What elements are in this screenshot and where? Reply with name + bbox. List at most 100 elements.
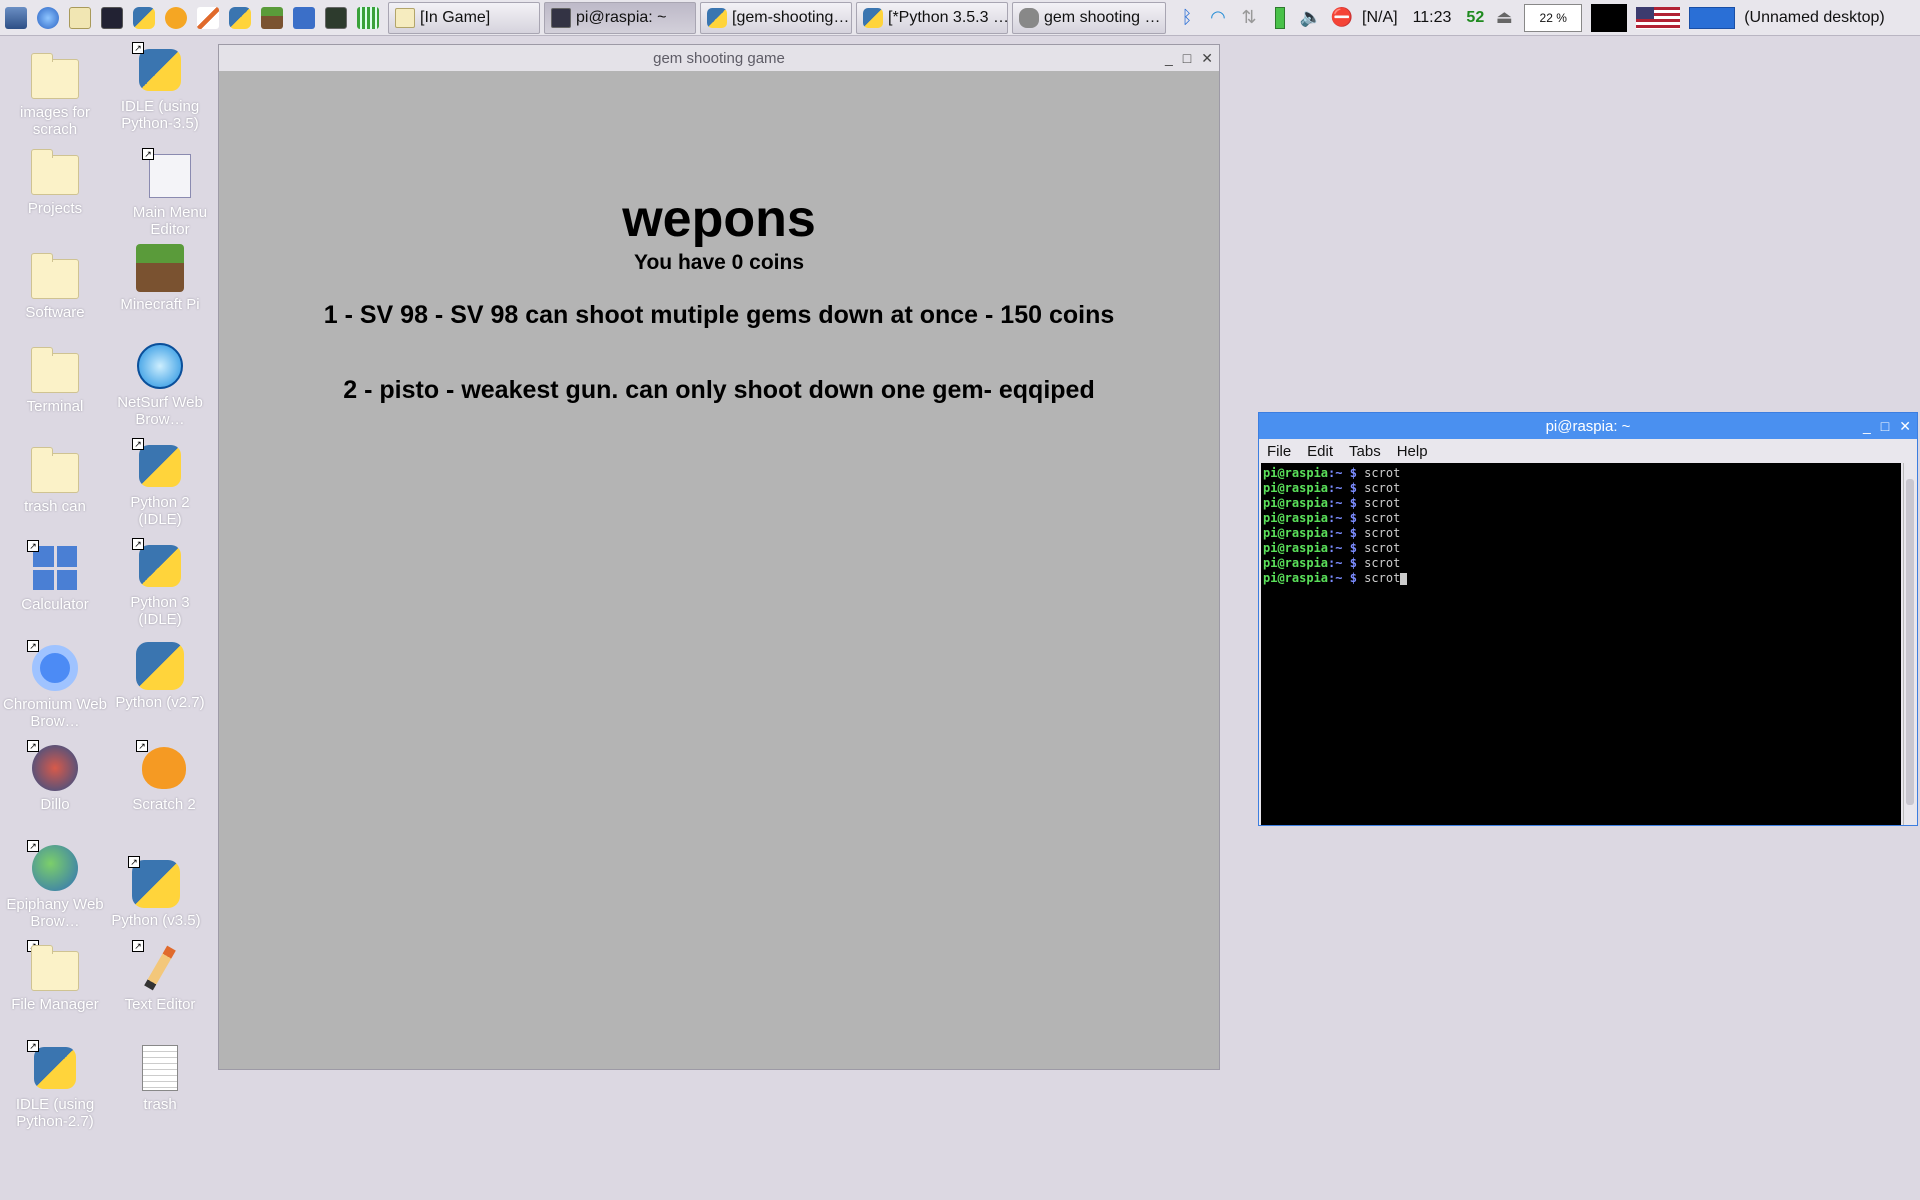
- desktop-icon-label: Dillo: [40, 796, 70, 813]
- minimize-icon[interactable]: _: [1863, 418, 1871, 434]
- terminal-titlebar[interactable]: pi@raspia: ~ _ □ ✕: [1259, 413, 1917, 439]
- desktop-icon-trash-can[interactable]: trash can: [3, 446, 107, 515]
- weapons-heading: wepons: [622, 190, 816, 248]
- desktop-icon-images-for-scrach[interactable]: images for scrach: [3, 52, 107, 138]
- desktop-icon-file-manager[interactable]: ↗ File Manager: [3, 940, 107, 1013]
- menu-editor-icon: ↗: [142, 148, 194, 200]
- network-transfer-icon[interactable]: ⇅: [1238, 7, 1260, 29]
- desktop-pager-icon[interactable]: [1689, 6, 1736, 29]
- game-canvas[interactable]: wepons You have 0 coins 1 - SV 98 - SV 9…: [219, 71, 1219, 1069]
- battery-icon[interactable]: [1269, 6, 1291, 29]
- desktop-icon-epiphany[interactable]: ↗ Epiphany Web Brow…: [3, 840, 107, 930]
- desktop-icon-calculator[interactable]: ↗ Calculator: [3, 540, 107, 613]
- cpu-graph: [1591, 3, 1628, 32]
- file-manager-icon[interactable]: [66, 4, 94, 32]
- desktop-icon-dillo[interactable]: ↗ Dillo: [3, 740, 107, 813]
- game-window[interactable]: gem shooting game _ □ ✕ wepons You have …: [218, 44, 1220, 1070]
- desktop-icon-label: Minecraft Pi: [120, 296, 200, 313]
- eject-icon[interactable]: ⏏: [1493, 7, 1515, 29]
- desktop-icon-terminal[interactable]: Terminal: [3, 346, 107, 415]
- prompt-user: pi@raspia: [1263, 541, 1329, 555]
- terminal-line: pi@raspia:~ $ scrot: [1263, 556, 1899, 571]
- prompt-user: pi@raspia: [1263, 526, 1329, 540]
- task-button-python-shell[interactable]: [*Python 3.5.3 …: [856, 1, 1008, 34]
- game-window-titlebar[interactable]: gem shooting game _ □ ✕: [219, 45, 1219, 71]
- desktop-icon-netsurf[interactable]: NetSurf Web Brow…: [108, 342, 212, 428]
- python-icon[interactable]: [130, 4, 158, 32]
- task-button-in-game[interactable]: [In Game]: [388, 1, 540, 34]
- desktop-icon-idle-python-3-5[interactable]: ↗ IDLE (using Python-3.5): [108, 42, 212, 132]
- terminal-line: pi@raspia:~ $ scrot: [1263, 466, 1899, 481]
- clock[interactable]: 11:23: [1413, 9, 1452, 27]
- desktop-icon-chromium[interactable]: ↗ Chromium Web Brow…: [3, 640, 107, 730]
- desktop-icon-python-3-idle[interactable]: ↗ Python 3 (IDLE): [108, 538, 212, 628]
- desktop-icon-label: images for scrach: [19, 104, 91, 138]
- prompt-dir: :~ $: [1328, 541, 1357, 555]
- desktop-icon-text-editor[interactable]: ↗ Text Editor: [108, 940, 212, 1013]
- terminal-icon[interactable]: [98, 4, 126, 32]
- python-icon: ↗: [132, 538, 184, 590]
- menu-help[interactable]: Help: [1397, 443, 1428, 460]
- task-button-gem-shooting-game[interactable]: gem shooting …: [1012, 1, 1166, 34]
- task-button-gem-shooting-editor[interactable]: [gem-shooting…: [700, 1, 852, 34]
- calculator-icon: ↗: [27, 540, 79, 592]
- keyboard-layout-flag-icon[interactable]: [1636, 6, 1681, 29]
- python-icon: ↗: [128, 856, 180, 908]
- prompt-dir: :~ $: [1328, 466, 1357, 480]
- maximize-icon[interactable]: □: [1183, 50, 1191, 66]
- minecraft-icon[interactable]: [258, 4, 286, 32]
- weapon-option-1[interactable]: 1 - SV 98 - SV 98 can shoot mutiple gems…: [219, 301, 1219, 330]
- wifi-icon[interactable]: ◠: [1207, 7, 1229, 29]
- folder-icon: [395, 7, 415, 28]
- minimize-icon[interactable]: _: [1165, 50, 1173, 66]
- task-label: pi@raspia: ~: [576, 8, 667, 26]
- coins-counter: You have 0 coins: [634, 251, 804, 274]
- volume-icon[interactable]: 🔈: [1300, 7, 1322, 29]
- cpu-temp: 52: [1466, 8, 1485, 26]
- terminal-window[interactable]: pi@raspia: ~ _ □ ✕ File Edit Tabs Help p…: [1258, 412, 1918, 826]
- text-editor-icon[interactable]: [194, 4, 222, 32]
- python-icon[interactable]: [226, 4, 254, 32]
- task-button-terminal[interactable]: pi@raspia: ~: [544, 1, 696, 34]
- folder-icon: [31, 53, 79, 99]
- command-text: scrot: [1364, 496, 1401, 510]
- no-entry-icon: ⛔: [1330, 7, 1354, 27]
- terminal-line: pi@raspia:~ $ scrot: [1263, 541, 1899, 556]
- menu-tabs[interactable]: Tabs: [1349, 443, 1381, 460]
- prompt-dir: :~ $: [1328, 571, 1357, 585]
- prompt-dir: :~ $: [1328, 481, 1357, 495]
- cpu-monitor-icon[interactable]: [322, 4, 350, 32]
- folder-icon: [31, 149, 79, 195]
- desktop-icon-python-v2-7[interactable]: Python (v2.7): [108, 642, 212, 711]
- terminal-line: pi@raspia:~ $ scrot: [1263, 571, 1899, 586]
- desktop-icon-python-2-idle[interactable]: ↗ Python 2 (IDLE): [108, 438, 212, 528]
- desktop-icon-minecraft-pi[interactable]: Minecraft Pi: [108, 244, 212, 313]
- close-icon[interactable]: ✕: [1201, 50, 1213, 67]
- close-icon[interactable]: ✕: [1899, 418, 1911, 435]
- task-manager-icon[interactable]: [354, 4, 382, 32]
- scratch-icon[interactable]: [162, 4, 190, 32]
- task-label: [*Python 3.5.3 …: [888, 8, 1008, 26]
- desktop-icon-software[interactable]: Software: [3, 252, 107, 321]
- desktop-icon-label: trash: [143, 1096, 177, 1113]
- terminal-scrollbar[interactable]: [1903, 463, 1915, 825]
- menu-file[interactable]: File: [1267, 443, 1291, 460]
- maximize-icon[interactable]: □: [1881, 418, 1889, 434]
- web-browser-icon[interactable]: [34, 4, 62, 32]
- desktop-icon-python-v3-5[interactable]: ↗ Python (v3.5): [104, 856, 208, 929]
- desktop-icon-idle-python-2-7[interactable]: ↗ IDLE (using Python-2.7): [3, 1040, 107, 1130]
- desktop-icon-scratch-2[interactable]: ↗ Scratch 2: [112, 740, 216, 813]
- bluetooth-icon[interactable]: ᛒ: [1176, 7, 1198, 29]
- command-text: scrot: [1364, 556, 1401, 570]
- terminal-menubar: File Edit Tabs Help: [1259, 439, 1917, 463]
- desktop-icon-projects[interactable]: Projects: [3, 148, 107, 217]
- weapon-option-2[interactable]: 2 - pisto - weakest gun. can only shoot …: [219, 376, 1219, 405]
- desktop-icon-label: Projects: [27, 200, 83, 217]
- calculator-icon[interactable]: [290, 4, 318, 32]
- scrollbar-thumb[interactable]: [1906, 479, 1914, 805]
- desktop-icon-main-menu-editor[interactable]: ↗ Main Menu Editor: [118, 148, 222, 238]
- desktop-icon-trash[interactable]: trash: [108, 1044, 212, 1113]
- menu-edit[interactable]: Edit: [1307, 443, 1333, 460]
- menu-launcher-icon[interactable]: [2, 4, 30, 32]
- terminal-output[interactable]: pi@raspia:~ $ scrot pi@raspia:~ $ scrot pi…: [1261, 463, 1901, 825]
